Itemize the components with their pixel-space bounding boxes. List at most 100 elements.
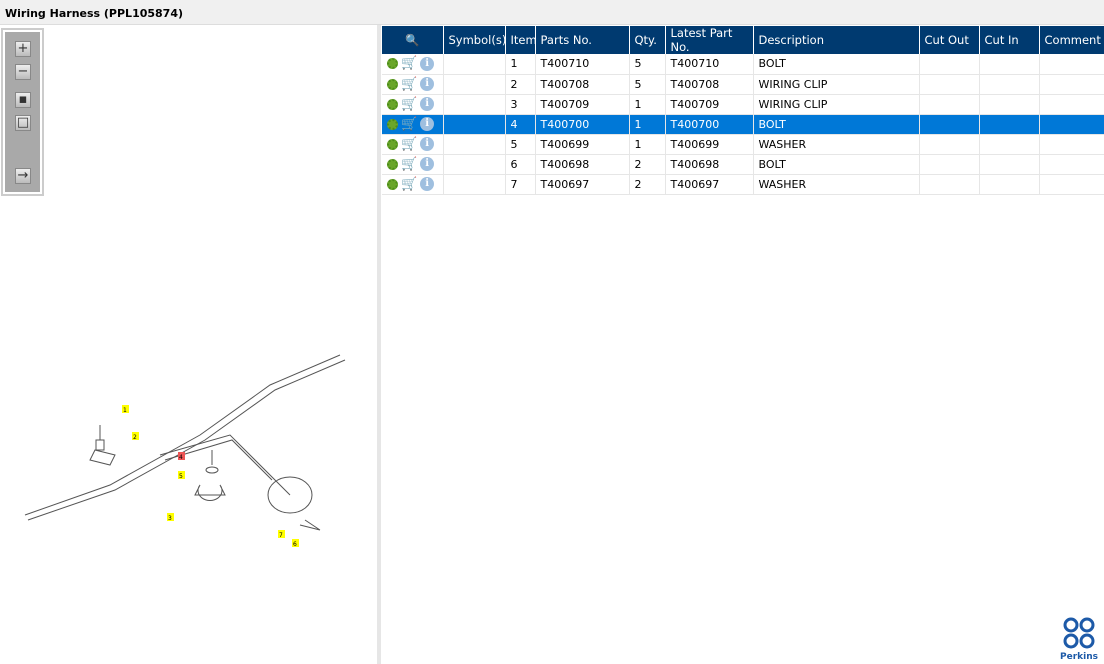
header-comment[interactable]: Comment bbox=[1039, 26, 1104, 54]
table-row[interactable]: 🛒 i 7 T400697 2 T400697 WASHER bbox=[382, 174, 1104, 195]
cell-cut-out bbox=[919, 174, 980, 195]
cell-qty: 2 bbox=[629, 174, 666, 195]
cell-cut-out bbox=[919, 54, 980, 75]
gear-icon[interactable] bbox=[387, 58, 398, 70]
cell-part-no: T400710 bbox=[535, 54, 630, 75]
cell-description: WASHER bbox=[753, 134, 920, 155]
callout-1: 1 bbox=[123, 407, 127, 414]
cell-qty: 1 bbox=[629, 94, 666, 115]
exploded-diagram: 1 2 4 5 3 7 6 bbox=[24, 354, 346, 548]
splitter[interactable] bbox=[377, 25, 381, 664]
cell-cut-out bbox=[919, 94, 980, 115]
header-qty[interactable]: Qty. bbox=[629, 26, 666, 54]
cell-comment bbox=[1039, 154, 1104, 175]
cell-part-no: T400699 bbox=[535, 134, 630, 155]
cell-latest-part-no: T400710 bbox=[665, 54, 754, 75]
cell-symbols bbox=[443, 154, 506, 175]
table-row[interactable]: 🛒 i 3 T400709 1 T400709 WIRING CLIP bbox=[382, 94, 1104, 115]
perkins-logo-mark bbox=[1063, 617, 1095, 649]
header-item[interactable]: Item bbox=[505, 26, 537, 54]
cell-symbols bbox=[443, 174, 506, 195]
cart-icon[interactable]: 🛒 bbox=[401, 117, 417, 132]
cell-comment bbox=[1039, 94, 1104, 115]
cell-qty: 2 bbox=[629, 154, 666, 175]
cell-cut-in bbox=[979, 54, 1040, 75]
info-icon[interactable]: i bbox=[420, 157, 435, 171]
cell-description: WASHER bbox=[753, 174, 920, 195]
cell-cut-in bbox=[979, 134, 1040, 155]
cell-latest-part-no: T400708 bbox=[665, 74, 754, 95]
cell-qty: 5 bbox=[629, 54, 666, 75]
header-latest-part-no[interactable]: Latest Part No. bbox=[665, 26, 754, 54]
search-column-icon[interactable]: 🔍 bbox=[382, 26, 444, 54]
gear-icon[interactable] bbox=[387, 118, 398, 130]
cell-cut-out bbox=[919, 154, 980, 175]
gear-icon[interactable] bbox=[387, 178, 398, 190]
gear-icon[interactable] bbox=[387, 78, 398, 90]
cell-qty: 1 bbox=[629, 114, 666, 135]
table-row[interactable]: 🛒 i 1 T400710 5 T400710 BOLT bbox=[382, 54, 1104, 75]
info-icon[interactable]: i bbox=[420, 97, 435, 111]
cell-cut-out bbox=[919, 134, 980, 155]
cell-item: 2 bbox=[505, 74, 536, 95]
diagram-panel[interactable]: + − ▪ □ → 1 2 4 5 3 7 6 bbox=[0, 25, 377, 664]
cart-icon[interactable]: 🛒 bbox=[401, 177, 417, 192]
cell-cut-in bbox=[979, 154, 1040, 175]
cell-symbols bbox=[443, 74, 506, 95]
cell-description: BOLT bbox=[753, 154, 920, 175]
cell-item: 1 bbox=[505, 54, 536, 75]
header-description[interactable]: Description bbox=[753, 26, 920, 54]
cell-part-no: T400698 bbox=[535, 154, 630, 175]
gear-icon[interactable] bbox=[387, 158, 398, 170]
cart-icon[interactable]: 🛒 bbox=[401, 97, 417, 112]
cell-part-no: T400697 bbox=[535, 174, 630, 195]
cell-description: BOLT bbox=[753, 114, 920, 135]
callouts: 1 2 4 5 3 7 6 bbox=[122, 405, 299, 548]
gear-icon[interactable] bbox=[387, 138, 398, 150]
cell-item: 3 bbox=[505, 94, 536, 115]
info-icon[interactable]: i bbox=[420, 77, 435, 91]
cell-latest-part-no: T400700 bbox=[665, 114, 754, 135]
header-parts-no[interactable]: Parts No. bbox=[535, 26, 630, 54]
cell-cut-out bbox=[919, 114, 980, 135]
cell-item: 7 bbox=[505, 174, 536, 195]
cell-comment bbox=[1039, 54, 1104, 75]
cell-symbols bbox=[443, 54, 506, 75]
cell-cut-in bbox=[979, 174, 1040, 195]
cell-latest-part-no: T400698 bbox=[665, 154, 754, 175]
table-row[interactable]: 🛒 i 5 T400699 1 T400699 WASHER bbox=[382, 134, 1104, 155]
cell-latest-part-no: T400697 bbox=[665, 174, 754, 195]
table-row[interactable]: 🛒 i 4 T400700 1 T400700 BOLT bbox=[382, 114, 1104, 135]
callout-2: 2 bbox=[133, 434, 137, 441]
info-icon[interactable]: i bbox=[420, 137, 435, 151]
callout-7: 7 bbox=[279, 532, 283, 539]
cell-item: 6 bbox=[505, 154, 536, 175]
cell-item: 5 bbox=[505, 134, 536, 155]
gear-icon[interactable] bbox=[387, 98, 398, 110]
cart-icon[interactable]: 🛒 bbox=[401, 137, 417, 152]
cell-latest-part-no: T400699 bbox=[665, 134, 754, 155]
cell-description: WIRING CLIP bbox=[753, 94, 920, 115]
cell-comment bbox=[1039, 74, 1104, 95]
header-symbols[interactable]: Symbol(s) bbox=[443, 26, 506, 54]
cart-icon[interactable]: 🛒 bbox=[401, 77, 417, 92]
cart-icon[interactable]: 🛒 bbox=[401, 157, 417, 172]
cell-part-no: T400700 bbox=[535, 114, 630, 135]
cell-latest-part-no: T400709 bbox=[665, 94, 754, 115]
cell-part-no: T400709 bbox=[535, 94, 630, 115]
info-icon[interactable]: i bbox=[420, 177, 435, 191]
cell-part-no: T400708 bbox=[535, 74, 630, 95]
callout-5: 5 bbox=[179, 473, 183, 480]
cart-icon[interactable]: 🛒 bbox=[401, 56, 417, 71]
header-cut-in[interactable]: Cut In bbox=[979, 26, 1040, 54]
info-icon[interactable]: i bbox=[420, 117, 435, 131]
info-icon[interactable]: i bbox=[420, 56, 435, 71]
table-row[interactable]: 🛒 i 2 T400708 5 T400708 WIRING CLIP bbox=[382, 74, 1104, 95]
cell-symbols bbox=[443, 114, 506, 135]
callout-4: 4 bbox=[179, 454, 183, 461]
cell-item: 4 bbox=[505, 114, 536, 135]
header-cut-out[interactable]: Cut Out bbox=[919, 26, 980, 54]
cell-cut-in bbox=[979, 94, 1040, 115]
cell-qty: 5 bbox=[629, 74, 666, 95]
table-row[interactable]: 🛒 i 6 T400698 2 T400698 BOLT bbox=[382, 154, 1104, 175]
